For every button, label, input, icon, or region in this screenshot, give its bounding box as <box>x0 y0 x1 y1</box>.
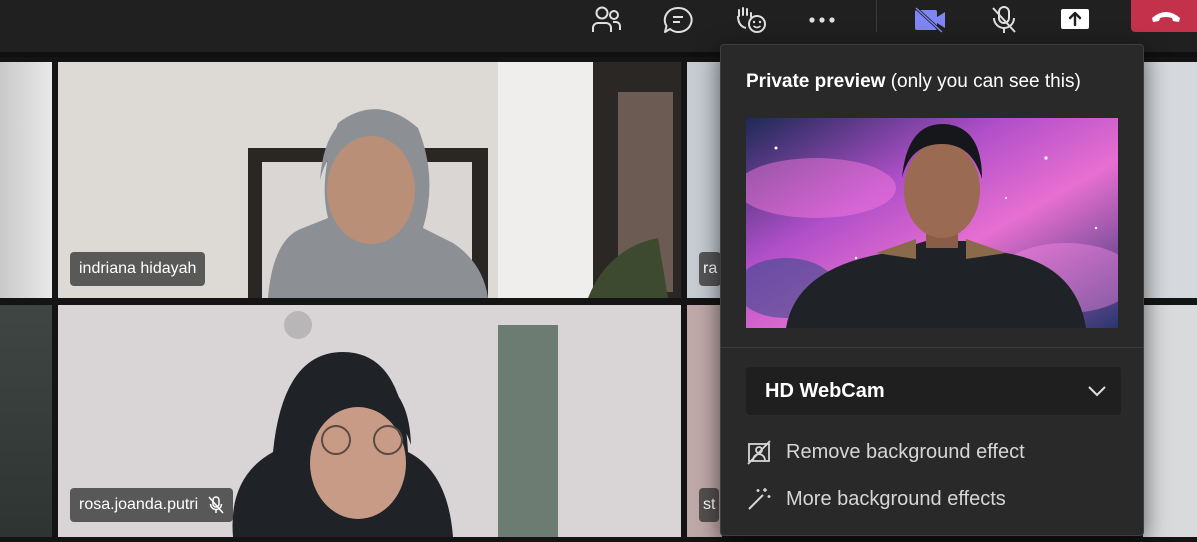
flyout-divider <box>721 347 1143 348</box>
preview-title: Private preview (only you can see this) <box>746 71 1081 92</box>
video-tile-left-bottom[interactable] <box>0 305 52 537</box>
more-options-icon <box>809 17 835 23</box>
toolbar-divider <box>876 0 877 32</box>
chat-icon <box>663 6 693 33</box>
video-tile-rosa[interactable]: rosa.joanda.putri <box>58 305 681 537</box>
camera-select-value: HD WebCam <box>765 380 885 402</box>
people-button[interactable] <box>586 0 626 40</box>
magic-wand-icon <box>748 488 771 510</box>
chevron-down-icon <box>1088 386 1106 397</box>
video-tile-ra[interactable]: ra <box>687 62 722 298</box>
reactions-icon <box>737 7 766 33</box>
participant-name-tag: rosa.joanda.putri <box>70 488 234 522</box>
self-video-preview <box>746 118 1118 328</box>
reactions-button[interactable] <box>730 0 770 40</box>
private-preview-flyout: Private preview (only you can see this) <box>720 44 1144 536</box>
mic-off-icon <box>992 6 1016 33</box>
participant-name-tag: indriana hidayah <box>70 252 206 286</box>
participant-name-tag: ra <box>699 252 722 286</box>
mic-toggle-button[interactable] <box>984 0 1024 40</box>
more-background-effects-label: More background effects <box>786 487 1006 510</box>
remove-background-label: Remove background effect <box>786 440 1025 463</box>
participant-name-tag: st <box>699 488 720 522</box>
video-tile-st[interactable]: st <box>687 305 722 537</box>
video-tile-indriana[interactable]: indriana hidayah <box>58 62 681 298</box>
video-tile-left-top[interactable] <box>0 62 52 298</box>
chat-button[interactable] <box>658 0 698 40</box>
participant-name: rosa.joanda.putri <box>79 496 199 513</box>
participant-name: ra <box>703 260 718 277</box>
remove-background-option[interactable]: Remove background effect <box>746 434 1116 470</box>
share-screen-icon <box>1061 9 1089 29</box>
more-background-effects-option[interactable]: More background effects <box>746 481 1116 517</box>
video-tile-right-bottom-edge <box>1143 305 1197 537</box>
remove-background-icon <box>747 440 771 465</box>
participant-name: st <box>703 496 716 513</box>
participant-name: indriana hidayah <box>79 260 197 277</box>
leave-button[interactable] <box>1131 0 1197 32</box>
share-screen-button[interactable] <box>1055 0 1095 40</box>
mic-muted-icon <box>208 496 224 514</box>
self-video-image <box>746 118 1118 328</box>
camera-select[interactable]: HD WebCam <box>746 367 1121 415</box>
camera-off-icon <box>914 7 945 33</box>
more-options-button[interactable] <box>802 0 842 40</box>
hang-up-icon <box>1152 12 1180 22</box>
camera-toggle-button[interactable] <box>910 0 950 40</box>
video-tile-right-top-edge <box>1143 62 1197 298</box>
people-icon <box>592 6 621 32</box>
